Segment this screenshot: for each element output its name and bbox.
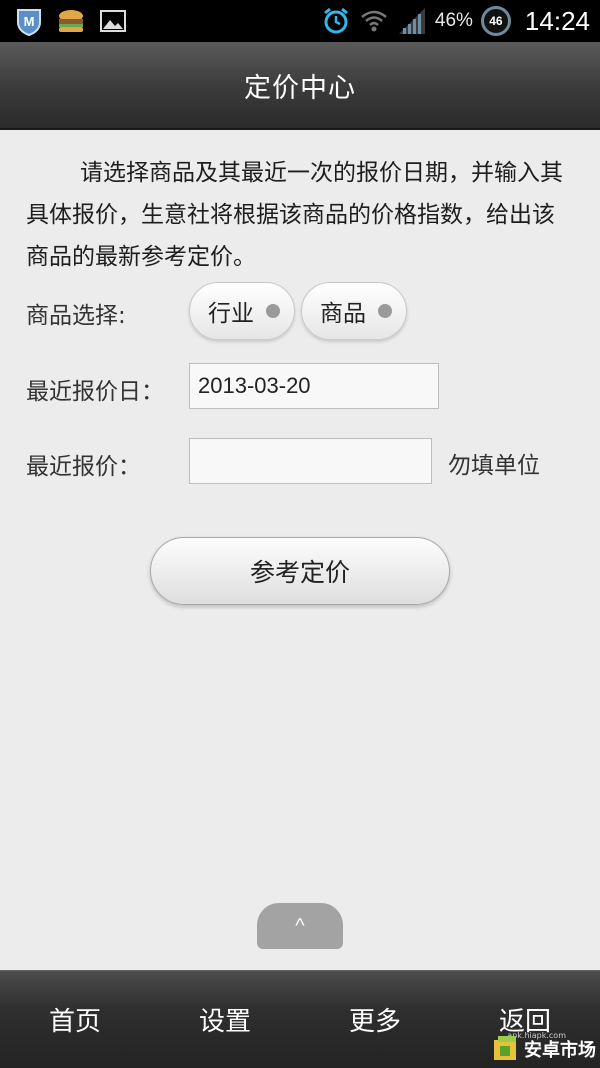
price-input[interactable] (189, 438, 432, 484)
m-shield-icon: M (17, 9, 41, 36)
product-select-button[interactable]: 商品 (301, 282, 407, 340)
date-field[interactable]: 2013-03-20 (189, 363, 439, 409)
expand-up-button[interactable]: ^ (257, 903, 343, 949)
clock: 14:24 (524, 5, 590, 36)
unit-hint: 勿填单位 (448, 453, 540, 479)
dropdown-dot-icon (266, 304, 280, 318)
intro-text: 请选择商品及其最近一次的报价日期，并输入其具体报价，生意社将根据该商品的价格指数… (26, 160, 563, 270)
reference-price-button[interactable]: 参考定价 (150, 537, 450, 605)
bottom-nav: 首页 设置 更多 返回 apk.hiapk.com 安卓市场 (0, 970, 600, 1068)
price-label: 最近报价： (26, 454, 141, 480)
watermark-text: 安卓市场 (524, 1040, 596, 1061)
status-bar: M 46% 46 14:24 (0, 0, 600, 42)
alarm-icon (323, 7, 348, 34)
dropdown-dot-icon (378, 304, 392, 318)
nav-home[interactable]: 首页 (0, 971, 150, 1068)
industry-button-label: 行业 (208, 301, 254, 327)
battery-percent: 46% (434, 10, 473, 31)
svg-text:M: M (24, 14, 35, 29)
watermark: 安卓市场 (492, 1034, 596, 1062)
page-title: 定价中心 (244, 72, 356, 104)
nav-settings[interactable]: 设置 (150, 971, 300, 1068)
status-left-icons: M (14, 6, 128, 36)
date-label: 最近报价日： (26, 379, 164, 405)
hamburger-app-icon (59, 10, 83, 32)
product-select-label: 商品选择: (26, 303, 126, 329)
title-bar: 定价中心 (0, 42, 600, 130)
battery-badge: 46 (480, 6, 511, 36)
wifi-icon (361, 10, 387, 32)
industry-select-button[interactable]: 行业 (189, 282, 295, 340)
status-right: 46% 46 14:24 (321, 0, 590, 42)
market-logo-icon (494, 1036, 516, 1060)
image-icon (100, 10, 126, 32)
product-button-label: 商品 (320, 301, 366, 327)
signal-icon (398, 8, 425, 34)
nav-more[interactable]: 更多 (300, 971, 450, 1068)
